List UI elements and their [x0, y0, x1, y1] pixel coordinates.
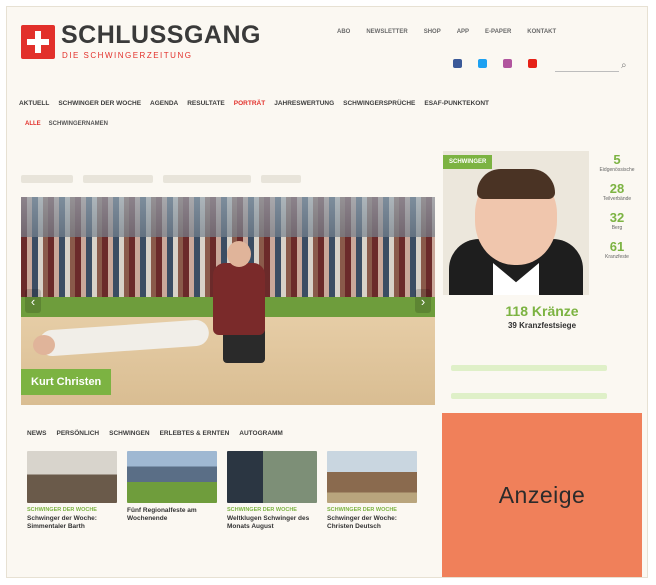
- breadcrumb: ALLE SCHWINGERNAMEN: [25, 121, 108, 127]
- news-title: Fünf Regionalfeste am Wochenende: [127, 507, 197, 522]
- news-category: SCHWINGER DER WOCHE: [27, 507, 97, 513]
- stat-label: Teilverbände: [602, 196, 632, 202]
- news-title: Weltklugen Schwinger des Monats August: [227, 515, 310, 530]
- tab-autogramm[interactable]: AUTOGRAMM: [239, 430, 283, 437]
- stat-item: 5 Eidgenössische: [591, 153, 643, 174]
- site-title: SCHLUSSGANG: [61, 21, 261, 49]
- stat-item: 61 Kranzfeste: [591, 240, 643, 261]
- advertisement[interactable]: Anzeige: [442, 413, 642, 577]
- news-card[interactable]: SCHWINGER DER WOCHE Schwinger der Woche:…: [327, 451, 417, 531]
- breadcrumb-current[interactable]: SCHWINGERNAMEN: [49, 121, 108, 127]
- news-thumbnail: [127, 451, 217, 503]
- site-logo[interactable]: SCHLUSSGANG DIE SCHWINGERZEITUNG: [21, 21, 271, 67]
- news-cards: SCHWINGER DER WOCHE Schwinger der Woche:…: [27, 451, 431, 531]
- nav-item-resultate[interactable]: RESULTATE: [187, 100, 225, 107]
- wrestler-head: [33, 335, 55, 355]
- topnav-shop[interactable]: SHOP: [424, 29, 441, 35]
- search-input-line[interactable]: [555, 71, 619, 72]
- search-icon[interactable]: ⌕: [621, 60, 627, 71]
- topnav-app[interactable]: APP: [457, 29, 469, 35]
- nav-item-portraet[interactable]: PORTRÄT: [234, 100, 265, 107]
- hero-image-wrestler-standing: [197, 237, 283, 363]
- slider-tab[interactable]: [83, 175, 153, 183]
- news-card[interactable]: SCHWINGER DER WOCHE Schwinger der Woche:…: [27, 451, 117, 531]
- nav-item-esaf[interactable]: ESAF-PUNKTEKONT: [424, 100, 489, 107]
- stat-value: 28: [609, 181, 625, 196]
- news-category: SCHWINGER DER WOCHE: [327, 507, 397, 513]
- nav-item-schwingersprueche[interactable]: SCHWINGERSPRÜCHE: [343, 100, 415, 107]
- stat-value: 32: [609, 210, 625, 225]
- nav-item-agenda[interactable]: AGENDA: [150, 100, 178, 107]
- profile-link-line[interactable]: [451, 365, 607, 371]
- slider-tab[interactable]: [21, 175, 73, 183]
- kranz-summary: 118 Kränze 39 Kranzfestsiege: [443, 303, 641, 330]
- stat-value: 61: [609, 239, 625, 254]
- swiss-cross-logo-icon: [21, 25, 55, 59]
- nav-item-schwinger-der-woche[interactable]: SCHWINGER DER WOCHE: [58, 100, 141, 107]
- nav-item-aktuell[interactable]: AKTUELL: [19, 100, 49, 107]
- topnav-epaper[interactable]: E-PAPER: [485, 29, 511, 35]
- topnav-abo[interactable]: ABO: [337, 29, 350, 35]
- tab-schwingen[interactable]: SCHWINGEN: [109, 430, 149, 437]
- news-card[interactable]: SCHWINGER DER WOCHE Weltklugen Schwinger…: [227, 451, 317, 531]
- tab-news[interactable]: NEWS: [27, 430, 47, 437]
- news-category: SCHWINGER DER WOCHE: [227, 507, 297, 513]
- instagram-icon[interactable]: [503, 59, 512, 68]
- tab-erlebtes[interactable]: ERLEBTES & ERNTEN: [160, 430, 230, 437]
- profile-tag: SCHWINGER: [443, 155, 493, 169]
- tab-persoenlich[interactable]: PERSÖNLICH: [57, 430, 100, 437]
- stat-value: 5: [613, 152, 621, 167]
- ad-label: Anzeige: [498, 481, 586, 508]
- section-tabs: NEWS PERSÖNLICH SCHWINGEN ERLEBTES & ERN…: [27, 430, 283, 437]
- wrestler-body: [38, 319, 210, 357]
- wrestler-body: [213, 263, 265, 335]
- slider-next-icon[interactable]: ›: [415, 289, 431, 313]
- main-navigation: AKTUELL SCHWINGER DER WOCHE AGENDA RESUL…: [7, 95, 647, 111]
- news-title: Schwinger der Woche: Simmentaler Barth: [27, 515, 97, 530]
- youtube-icon[interactable]: [528, 59, 537, 68]
- kranzfestsiege-count: 39 Kranzfestsiege: [507, 321, 577, 330]
- search-box[interactable]: ⌕: [555, 55, 639, 75]
- stat-item: 28 Teilverbände: [591, 182, 643, 203]
- page-frame: SCHLUSSGANG DIE SCHWINGERZEITUNG ABO NEW…: [6, 6, 648, 578]
- news-thumbnail: [227, 451, 317, 503]
- nav-item-jahreswertung[interactable]: JAHRESWERTUNG: [274, 100, 334, 107]
- slider-tab[interactable]: [261, 175, 301, 183]
- stat-label: Berg: [611, 225, 623, 231]
- stat-label: Eidgenössische: [599, 167, 635, 173]
- topnav-newsletter[interactable]: NEWSLETTER: [366, 29, 407, 35]
- slider-prev-icon[interactable]: ‹: [25, 289, 41, 313]
- hero-image-sky: [21, 197, 435, 237]
- stat-item: 32 Berg: [591, 211, 643, 232]
- profile-stats: 5 Eidgenössische 28 Teilverbände 32 Berg…: [591, 153, 643, 269]
- facebook-icon[interactable]: [453, 59, 462, 68]
- news-title: Schwinger der Woche: Christen Deutsch: [327, 515, 397, 530]
- hero-caption[interactable]: Kurt Christen: [21, 369, 112, 395]
- stat-label: Kranzfeste: [605, 254, 629, 260]
- profile-photo[interactable]: SCHWINGER: [443, 151, 589, 295]
- site-tagline: DIE SCHWINGERZEITUNG: [62, 51, 193, 60]
- photo-hair: [477, 169, 555, 199]
- kraenze-count: 118 Kränze: [505, 303, 579, 319]
- news-thumbnail: [327, 451, 417, 503]
- top-navigation: ABO NEWSLETTER SHOP APP E-PAPER KONTAKT: [337, 29, 556, 35]
- slider-tabs: [21, 169, 435, 189]
- news-card[interactable]: Fünf Regionalfeste am Wochenende: [127, 451, 217, 531]
- wrestler-head: [227, 241, 251, 267]
- news-thumbnail: [27, 451, 117, 503]
- topnav-kontakt[interactable]: KONTAKT: [527, 29, 556, 35]
- hero-slider[interactable]: ‹ › Kurt Christen: [21, 197, 435, 405]
- profile-link-line[interactable]: [451, 393, 607, 399]
- slider-tab[interactable]: [163, 175, 251, 183]
- twitter-icon[interactable]: [478, 59, 487, 68]
- social-links: [453, 59, 537, 68]
- breadcrumb-all[interactable]: ALLE: [25, 121, 41, 127]
